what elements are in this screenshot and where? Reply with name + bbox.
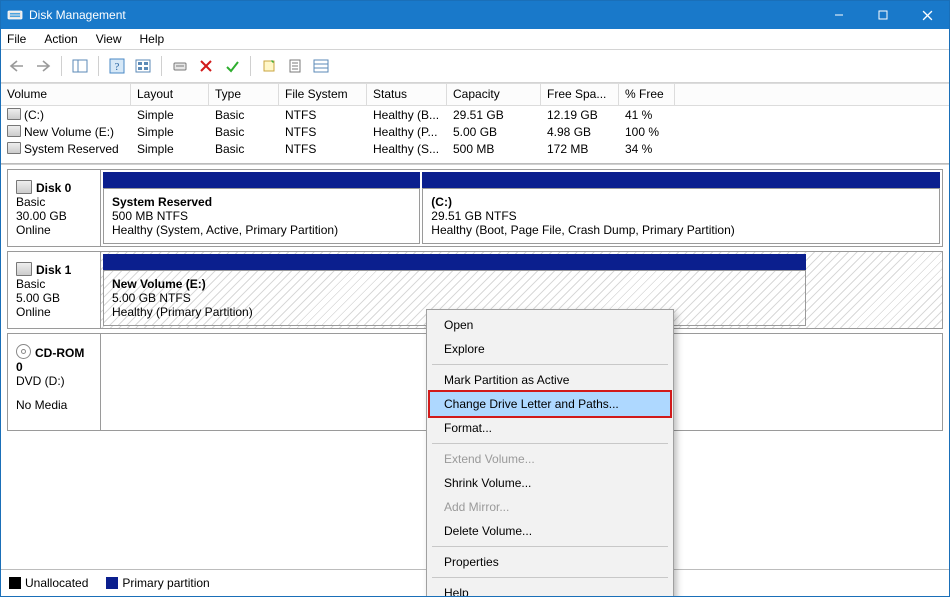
menu-item-add-mirror: Add Mirror...: [430, 495, 670, 519]
partition-cap: [103, 172, 420, 188]
menu-item-open[interactable]: Open: [430, 313, 670, 337]
disk-label[interactable]: Disk 0 Basic 30.00 GB Online: [8, 170, 101, 246]
toolbar: ?: [1, 50, 949, 83]
menu-item-format[interactable]: Format...: [430, 416, 670, 440]
swatch-primary-icon: [106, 577, 118, 589]
legend-unallocated: Unallocated: [9, 576, 88, 590]
column-layout[interactable]: Layout: [131, 83, 209, 105]
back-icon[interactable]: [7, 56, 27, 76]
partition-cap: [422, 172, 940, 188]
menu-item-mark-active[interactable]: Mark Partition as Active: [430, 368, 670, 392]
cdrom-icon: [16, 344, 31, 359]
disk-label[interactable]: CD-ROM 0 DVD (D:) No Media: [8, 334, 101, 430]
titlebar: Disk Management: [1, 1, 949, 29]
apply-icon[interactable]: [222, 56, 242, 76]
close-button[interactable]: [905, 1, 949, 29]
column-filesystem[interactable]: File System: [279, 83, 367, 105]
menu-item-properties[interactable]: Properties: [430, 550, 670, 574]
menu-item-help[interactable]: Help: [430, 581, 670, 597]
hard-disk-icon: [16, 262, 32, 276]
minimize-button[interactable]: [817, 1, 861, 29]
column-status[interactable]: Status: [367, 83, 447, 105]
properties-sheet-icon[interactable]: [285, 56, 305, 76]
disk-management-window: Disk Management File Action View Help ?: [0, 0, 950, 597]
help-icon[interactable]: ?: [107, 56, 127, 76]
legend-primary: Primary partition: [106, 576, 209, 590]
menu-item-change-drive-letter[interactable]: Change Drive Letter and Paths...: [428, 390, 672, 418]
show-hide-tree-icon[interactable]: [70, 56, 90, 76]
hard-disk-icon: [16, 180, 32, 194]
column-pct-free[interactable]: % Free: [619, 83, 675, 105]
table-row[interactable]: New Volume (E:) Simple Basic NTFS Health…: [1, 123, 949, 140]
maximize-button[interactable]: [861, 1, 905, 29]
column-type[interactable]: Type: [209, 83, 279, 105]
volume-icon: [7, 108, 21, 120]
menubar: File Action View Help: [1, 29, 949, 50]
window-title: Disk Management: [29, 8, 817, 22]
new-icon[interactable]: [259, 56, 279, 76]
column-capacity[interactable]: Capacity: [447, 83, 541, 105]
column-volume[interactable]: Volume: [1, 83, 131, 105]
disk-management-icon: [7, 7, 23, 23]
partition-system-reserved[interactable]: System Reserved 500 MB NTFS Healthy (Sys…: [103, 188, 420, 244]
swatch-unallocated-icon: [9, 577, 21, 589]
list-icon[interactable]: [311, 56, 331, 76]
partition-cap: [103, 254, 806, 270]
volume-list: Volume Layout Type File System Status Ca…: [1, 83, 949, 164]
volume-list-header: Volume Layout Type File System Status Ca…: [1, 83, 949, 106]
partition-c[interactable]: (C:) 29.51 GB NTFS Healthy (Boot, Page F…: [422, 188, 940, 244]
menu-help[interactable]: Help: [138, 30, 167, 48]
disk-label[interactable]: Disk 1 Basic 5.00 GB Online: [8, 252, 101, 328]
table-row[interactable]: System Reserved Simple Basic NTFS Health…: [1, 140, 949, 157]
volume-icon: [7, 125, 21, 137]
table-row[interactable]: (C:) Simple Basic NTFS Healthy (B... 29.…: [1, 106, 949, 123]
menu-action[interactable]: Action: [42, 30, 79, 48]
menu-file[interactable]: File: [5, 30, 28, 48]
volume-icon: [7, 142, 21, 154]
forward-icon[interactable]: [33, 56, 53, 76]
disk-row-disk0: Disk 0 Basic 30.00 GB Online System Rese…: [7, 169, 943, 247]
volume-context-menu: Open Explore Mark Partition as Active Ch…: [426, 309, 674, 597]
menu-item-extend-volume: Extend Volume...: [430, 447, 670, 471]
menu-item-delete-volume[interactable]: Delete Volume...: [430, 519, 670, 543]
column-free-space[interactable]: Free Spa...: [541, 83, 619, 105]
menu-item-shrink-volume[interactable]: Shrink Volume...: [430, 471, 670, 495]
menu-item-explore[interactable]: Explore: [430, 337, 670, 361]
menu-view[interactable]: View: [94, 30, 124, 48]
delete-icon[interactable]: [196, 56, 216, 76]
svg-text:?: ?: [115, 61, 120, 73]
refresh-icon[interactable]: [170, 56, 190, 76]
settings-icon[interactable]: [133, 56, 153, 76]
